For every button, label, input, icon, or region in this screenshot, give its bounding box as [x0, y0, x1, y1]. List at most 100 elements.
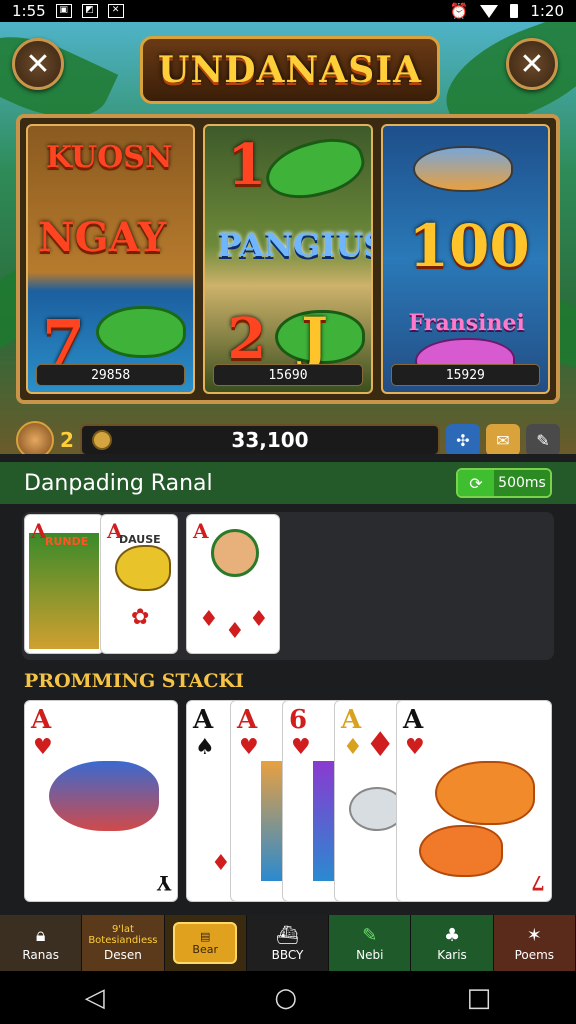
- card-label: DAUSE: [119, 533, 161, 546]
- card-rank: A: [193, 705, 214, 735]
- status-time: 1:55: [12, 2, 46, 20]
- reels-frame: KUOSN NGAY 7 29858 1 PANGIUS 2 J 15690 1…: [16, 114, 560, 404]
- card-rank: A: [193, 519, 209, 543]
- heart-icon: ♥: [33, 735, 53, 760]
- reel-symbol-number: 2: [227, 306, 267, 372]
- mail-icon: ✉: [496, 430, 510, 450]
- fish-icon: [115, 545, 171, 591]
- card-rank: A: [237, 705, 258, 735]
- diamond-icon: ♦: [225, 619, 245, 644]
- card-label: RUNDE: [45, 535, 89, 548]
- exit-button[interactable]: ✕: [506, 38, 558, 90]
- refresh-icon: ⟳: [458, 470, 494, 496]
- recents-icon[interactable]: □: [467, 983, 492, 1013]
- network-icon: ✣: [456, 430, 470, 450]
- nav-label: Poems: [514, 947, 555, 962]
- timer-button[interactable]: ⟳ 500ms: [456, 468, 552, 498]
- nav-label: Ranas: [22, 947, 59, 962]
- wrench-icon: ✎: [362, 924, 378, 946]
- settings-button[interactable]: ✎: [526, 424, 560, 454]
- reel-2[interactable]: 1 PANGIUS 2 J 15690: [203, 124, 373, 394]
- status-clock: 1:20: [530, 2, 564, 20]
- close-icon: ✕: [519, 46, 545, 82]
- card-corner: 7: [531, 871, 545, 895]
- close-icon: ✕: [25, 46, 51, 82]
- heart-icon: ♥: [239, 735, 259, 760]
- nav-tab-desen[interactable]: 9'lat Botesiandiess Desen: [82, 915, 165, 971]
- character-face-icon: [211, 529, 259, 577]
- nav-tab-karis[interactable]: ♣ Karis: [411, 915, 494, 971]
- section-header: Danpading Ranal ⟳ 500ms: [0, 462, 576, 504]
- card-art: [29, 533, 99, 649]
- muted-notification-icon: ✕: [107, 4, 124, 18]
- nav-label: Karis: [437, 947, 467, 962]
- fish-icon: [412, 146, 513, 192]
- game-title-banner: UNDANASIA: [140, 36, 440, 104]
- reel-count: 15929: [390, 364, 540, 386]
- share-button[interactable]: ✣: [446, 424, 480, 454]
- diamond-icon: ♦: [211, 851, 231, 876]
- goldfish-icon: [435, 761, 535, 825]
- star-icon: ✶: [526, 924, 542, 946]
- stack-title: PROMMING STACKI: [24, 670, 244, 692]
- nav-tab-poems[interactable]: ✶ Poems: [493, 915, 576, 971]
- slot-machine-area: ✕ ✕ UNDANASIA KUOSN NGAY 7 29858 1 PANGI…: [0, 22, 576, 454]
- flower-icon: ✿: [131, 605, 150, 630]
- reel-symbol-number: 1: [227, 132, 267, 198]
- battery-icon: [510, 4, 519, 18]
- image-notification-icon: ▣: [55, 4, 72, 18]
- balance-row: 2 33,100 ✣ ✉ ✎: [16, 418, 560, 454]
- pen-icon: ✎: [536, 430, 550, 450]
- nav-sublabel: 9'lat Botesiandiess: [88, 924, 158, 946]
- reel-symbol-text: PANGIUS: [217, 226, 373, 264]
- green-fish-icon: [96, 306, 186, 358]
- coin-icon: [92, 430, 112, 450]
- active-tab-highlight: ▤ Bear: [173, 922, 238, 964]
- card-rank: 6: [289, 705, 308, 735]
- spade-icon: ♠: [195, 735, 215, 760]
- hand-card[interactable]: A RUNDE: [24, 514, 104, 654]
- diamond-icon: ♦: [365, 725, 396, 765]
- reel-symbol-text: Fransinei: [408, 310, 525, 336]
- balance-value: 33,100: [231, 428, 309, 452]
- player-avatar[interactable]: [16, 421, 54, 454]
- ship-icon: ⛴: [276, 924, 299, 946]
- coin-balance: 33,100: [80, 424, 440, 454]
- reel-symbol-number: 100: [408, 212, 530, 280]
- heart-icon: ♥: [291, 735, 311, 760]
- card-corner: Y: [156, 871, 171, 895]
- stack-card[interactable]: A ♥ Y: [24, 700, 178, 902]
- chest-icon: ▤: [200, 930, 211, 943]
- nav-tab-bbcy[interactable]: ⛴ BBCY: [246, 915, 330, 971]
- nav-label: Nebi: [356, 947, 384, 962]
- home-icon[interactable]: ○: [274, 983, 297, 1013]
- wifi-icon: [480, 4, 499, 18]
- card-rank: A: [403, 705, 424, 735]
- stack-card[interactable]: A ♥ 7: [396, 700, 552, 902]
- timer-label: 500ms: [494, 470, 550, 496]
- reel-1[interactable]: KUOSN NGAY 7 29858: [26, 124, 196, 394]
- reel-3[interactable]: 100 Fransinei 15929: [380, 124, 550, 394]
- section-title: Danpading Ranal: [24, 470, 213, 496]
- reel-symbol-text: NGAY: [38, 214, 167, 261]
- back-close-button[interactable]: ✕: [12, 38, 64, 90]
- game-screen: 1:55 ▣ ◩ ✕ ⏰ 1:20 ✕ ✕ UNDANASIA KUOSN NG…: [0, 0, 576, 1024]
- hand-panel: A RUNDE A DAUSE ✿ A ♦ ♦ ♦: [22, 512, 554, 660]
- diamond-icon: ♦: [249, 607, 269, 632]
- green-fish-icon: [260, 129, 371, 209]
- hand-card[interactable]: A ♦ ♦ ♦: [186, 514, 280, 654]
- alarm-icon: ⏰: [449, 2, 469, 20]
- nav-tab-ranas[interactable]: 🔒︎ Ranas: [0, 915, 83, 971]
- back-icon[interactable]: ◁: [85, 983, 105, 1013]
- diamond-icon: ♦: [343, 735, 363, 760]
- status-bar: 1:55 ▣ ◩ ✕ ⏰ 1:20: [0, 0, 576, 22]
- nav-tab-nebi[interactable]: ✎ Nebi: [329, 915, 412, 971]
- nav-tab-bear[interactable]: ▤ Bear: [164, 915, 247, 971]
- nav-label: Bear: [192, 943, 218, 956]
- player-level: 2: [60, 428, 74, 452]
- hand-card[interactable]: A DAUSE ✿: [100, 514, 178, 654]
- nav-label: BBCY: [271, 947, 304, 962]
- card-rank: A: [31, 705, 52, 735]
- mail-button[interactable]: ✉: [486, 424, 520, 454]
- tree-icon: ♣: [443, 924, 461, 946]
